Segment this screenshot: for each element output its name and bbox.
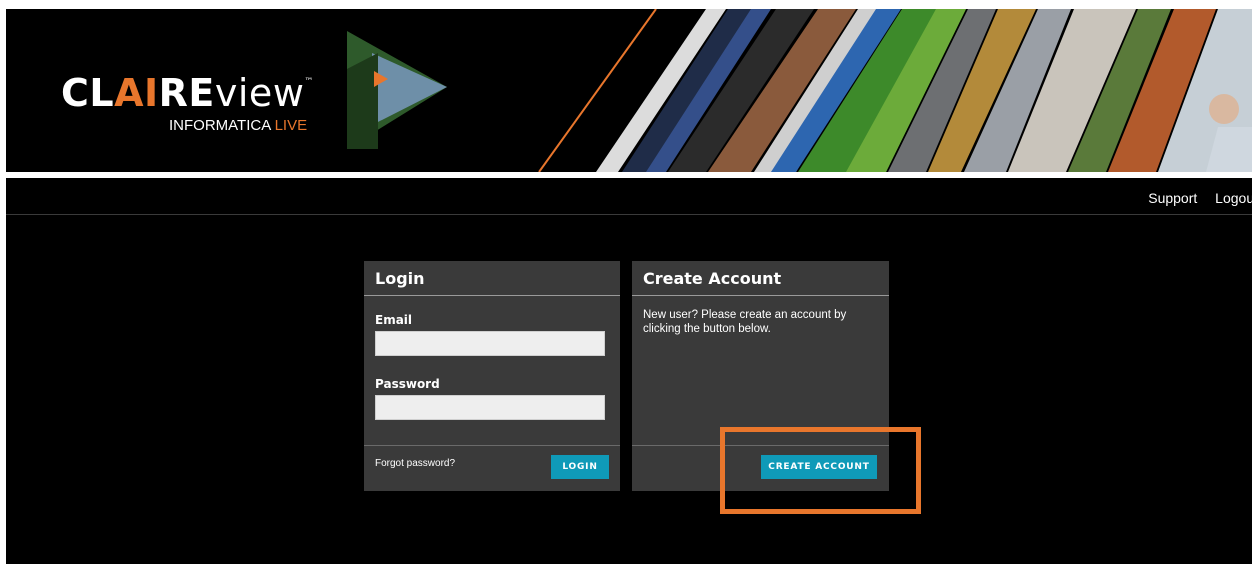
divider <box>364 295 620 296</box>
password-field[interactable] <box>375 395 605 420</box>
login-panel: Login Email Password Forgot password? LO… <box>364 261 620 491</box>
divider <box>632 295 889 296</box>
page-frame: CLAIREview™ INFORMATICA LIVE Support Log… <box>6 9 1252 564</box>
divider <box>364 445 620 446</box>
support-link[interactable]: Support <box>1148 190 1197 206</box>
logout-link[interactable]: Logout <box>1215 190 1252 206</box>
login-button[interactable]: LOGIN <box>551 455 609 479</box>
brand-logo: CLAIREview™ <box>61 71 314 115</box>
top-navigation: Support Logout <box>6 178 1252 215</box>
email-field[interactable] <box>375 331 605 356</box>
highlight-box <box>720 427 921 514</box>
login-title: Login <box>375 269 425 288</box>
create-account-title: Create Account <box>643 269 782 288</box>
password-label: Password <box>375 377 440 391</box>
brand-subtitle: INFORMATICA LIVE <box>169 117 308 134</box>
email-label: Email <box>375 313 413 327</box>
forgot-password-link[interactable]: Forgot password? <box>375 458 455 469</box>
create-account-description: New user? Please create an account by cl… <box>643 309 847 335</box>
header-banner: CLAIREview™ INFORMATICA LIVE <box>6 9 1252 172</box>
